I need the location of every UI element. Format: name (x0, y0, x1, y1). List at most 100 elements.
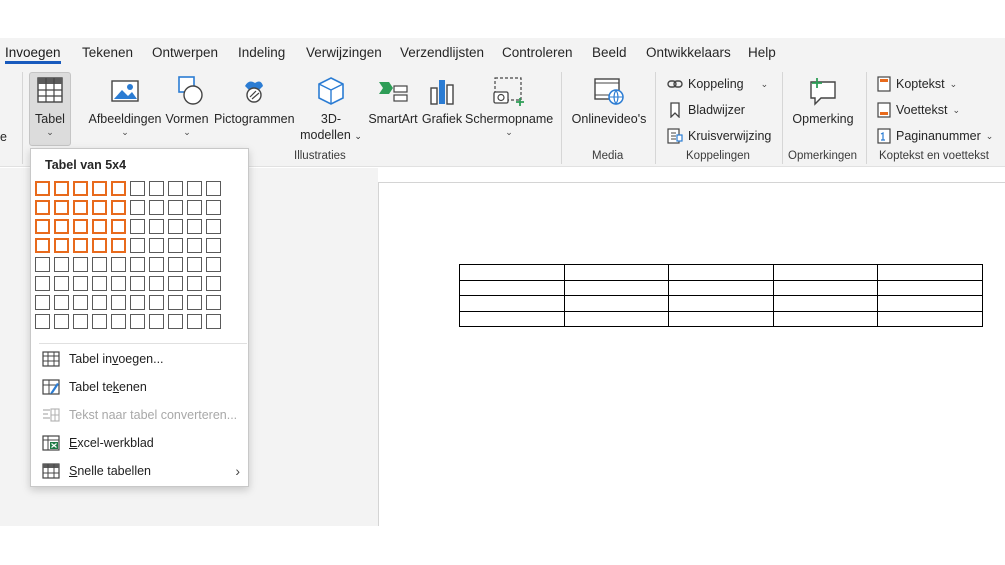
grafiek-button[interactable]: Grafiek (421, 76, 463, 127)
voettekst-button[interactable]: Voettekst ⌄ (877, 100, 960, 120)
table-cell[interactable] (563, 264, 670, 281)
grid-cell[interactable] (187, 200, 202, 215)
grid-cell[interactable] (206, 314, 221, 329)
table-cell[interactable] (772, 310, 879, 327)
grid-cell[interactable] (149, 200, 164, 215)
grid-cell[interactable] (168, 238, 183, 253)
excel-werkblad-item[interactable]: Excel-werkblad (41, 431, 242, 455)
grid-cell[interactable] (92, 219, 107, 234)
grid-cell[interactable] (111, 219, 126, 234)
smartart-button[interactable]: SmartArt (366, 76, 420, 127)
grid-cell[interactable] (168, 276, 183, 291)
vormen-button[interactable]: Vormen ⌄ (165, 76, 209, 137)
grid-cell[interactable] (111, 238, 126, 253)
grid-cell[interactable] (149, 295, 164, 310)
grid-cell[interactable] (206, 181, 221, 196)
table-cell[interactable] (459, 279, 565, 296)
grid-cell[interactable] (130, 181, 145, 196)
table-cell[interactable] (668, 295, 774, 312)
grid-cell[interactable] (168, 295, 183, 310)
grid-cell[interactable] (187, 276, 202, 291)
tab-invoegen[interactable]: Invoegen (5, 38, 61, 68)
opmerking-button[interactable]: Opmerking (789, 76, 857, 127)
tabel-tekenen-item[interactable]: Tabel tekenen (41, 375, 242, 399)
grid-cell[interactable] (92, 276, 107, 291)
table-cell[interactable] (668, 279, 774, 296)
grid-cell[interactable] (206, 219, 221, 234)
grid-cell[interactable] (35, 238, 50, 253)
tab-ontwikkelaars[interactable]: Ontwikkelaars (646, 38, 731, 68)
grid-cell[interactable] (187, 219, 202, 234)
table-cell[interactable] (459, 295, 565, 312)
table-cell[interactable] (772, 264, 879, 281)
grid-cell[interactable] (111, 257, 126, 272)
grid-cell[interactable] (73, 295, 88, 310)
grid-cell[interactable] (168, 219, 183, 234)
grid-cell[interactable] (35, 276, 50, 291)
grid-cell[interactable] (54, 238, 69, 253)
kruisverwijzing-button[interactable]: Kruisverwijzing (667, 126, 771, 146)
grid-cell[interactable] (73, 314, 88, 329)
grid-cell[interactable] (54, 219, 69, 234)
bladwijzer-button[interactable]: Bladwijzer (667, 100, 745, 120)
table-cell[interactable] (459, 310, 565, 327)
grid-cell[interactable] (111, 276, 126, 291)
grid-cell[interactable] (92, 181, 107, 196)
koppeling-button[interactable]: Koppeling ⌄ (667, 74, 768, 94)
grid-cell[interactable] (35, 314, 50, 329)
grid-cell[interactable] (206, 295, 221, 310)
paginanummer-button[interactable]: Paginanummer ⌄ (877, 126, 993, 146)
grid-cell[interactable] (54, 276, 69, 291)
tab-controleren[interactable]: Controleren (502, 38, 573, 68)
grid-cell[interactable] (187, 181, 202, 196)
tab-indeling[interactable]: Indeling (238, 38, 285, 68)
snelle-tabellen-item[interactable]: Snelle tabellen › (41, 459, 242, 483)
grid-cell[interactable] (206, 257, 221, 272)
document-page[interactable] (378, 182, 1005, 526)
table-cell[interactable] (668, 264, 774, 281)
grid-cell[interactable] (206, 276, 221, 291)
koptekst-button[interactable]: Koptekst ⌄ (877, 74, 957, 94)
grid-cell[interactable] (130, 314, 145, 329)
table-cell[interactable] (563, 310, 670, 327)
grid-cell[interactable] (54, 295, 69, 310)
grid-cell[interactable] (130, 295, 145, 310)
grid-cell[interactable] (54, 181, 69, 196)
schermopname-button[interactable]: Schermopname ⌄ (465, 76, 553, 137)
grid-cell[interactable] (35, 200, 50, 215)
grid-cell[interactable] (54, 314, 69, 329)
table-cell[interactable] (877, 310, 983, 327)
tab-verwijzingen[interactable]: Verwijzingen (306, 38, 382, 68)
grid-cell[interactable] (149, 238, 164, 253)
grid-cell[interactable] (111, 295, 126, 310)
table-cell[interactable] (772, 295, 879, 312)
pictogrammen-button[interactable]: Pictogrammen (214, 76, 295, 127)
grid-cell[interactable] (149, 276, 164, 291)
tabel-button-content[interactable]: Tabel ⌄ (29, 76, 71, 137)
grid-cell[interactable] (54, 200, 69, 215)
grid-cell[interactable] (111, 181, 126, 196)
3d-modellen-button[interactable]: 3D- modellen ⌄ (300, 76, 362, 144)
grid-cell[interactable] (149, 181, 164, 196)
grid-cell[interactable] (54, 257, 69, 272)
grid-cell[interactable] (111, 200, 126, 215)
onlinevideos-button[interactable]: Onlinevideo's (568, 76, 650, 127)
grid-cell[interactable] (35, 219, 50, 234)
table-cell[interactable] (459, 264, 565, 281)
grid-cell[interactable] (149, 257, 164, 272)
grid-cell[interactable] (206, 200, 221, 215)
grid-cell[interactable] (73, 219, 88, 234)
table-cell[interactable] (877, 279, 983, 296)
grid-cell[interactable] (187, 238, 202, 253)
grid-cell[interactable] (73, 181, 88, 196)
grid-cell[interactable] (130, 219, 145, 234)
grid-cell[interactable] (92, 238, 107, 253)
grid-cell[interactable] (206, 238, 221, 253)
grid-cell[interactable] (92, 257, 107, 272)
tabel-invoegen-item[interactable]: Tabel invoegen... (41, 347, 242, 371)
table-size-grid[interactable] (35, 181, 225, 331)
grid-cell[interactable] (92, 200, 107, 215)
grid-cell[interactable] (92, 295, 107, 310)
grid-cell[interactable] (130, 200, 145, 215)
grid-cell[interactable] (130, 257, 145, 272)
